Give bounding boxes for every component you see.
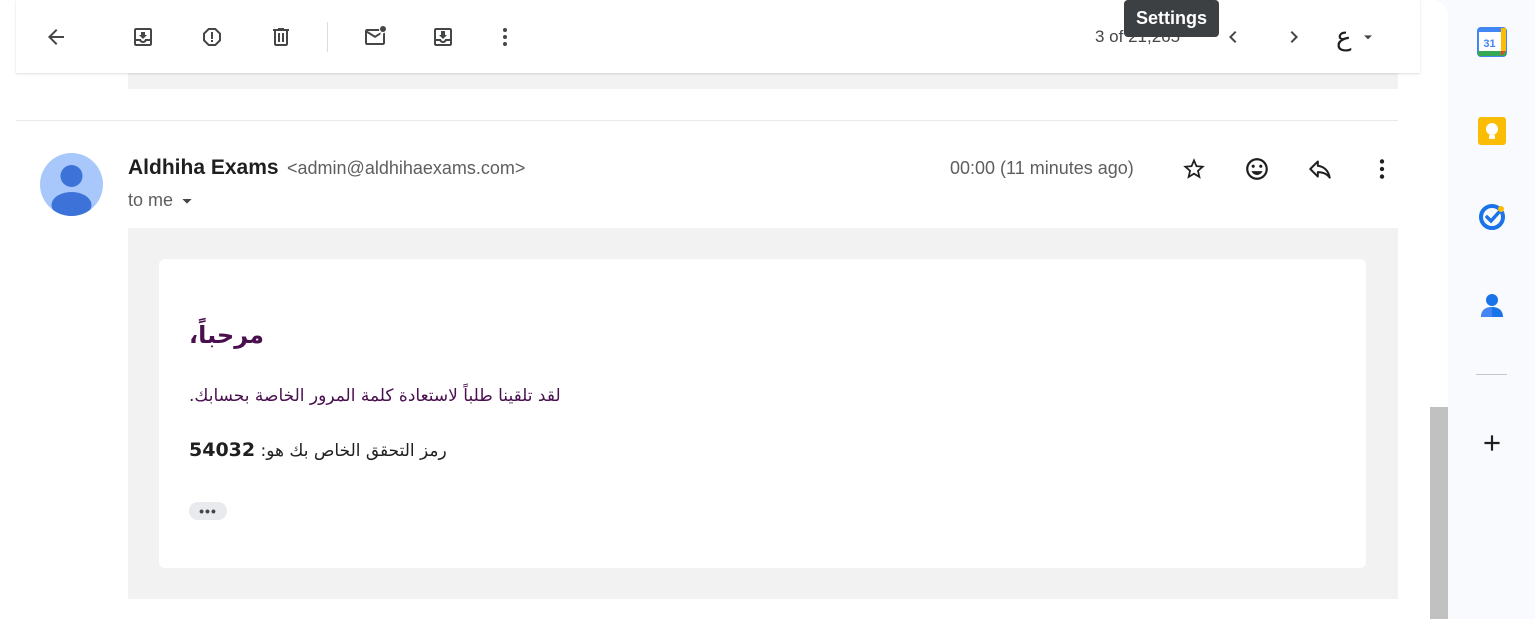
mail-unread-icon xyxy=(365,26,386,45)
older-button[interactable] xyxy=(1274,17,1314,57)
report-spam-button[interactable] xyxy=(192,17,232,57)
code-label: رمز التحقق الخاص بك هو: xyxy=(260,441,447,461)
body-line-request: لقد تلقينا طلباً لاستعادة كلمة المرور ال… xyxy=(189,386,561,406)
more-vert-icon xyxy=(503,28,507,46)
chevron-left-icon xyxy=(1229,31,1237,43)
arrow-left-icon xyxy=(48,29,64,45)
input-tool-glyph: ع xyxy=(1336,22,1352,52)
contacts-icon xyxy=(1481,294,1503,317)
calendar-app-button[interactable]: 31 xyxy=(1472,22,1512,62)
back-button[interactable] xyxy=(36,17,76,57)
side-panel: 31 xyxy=(1448,0,1535,619)
reply-button[interactable] xyxy=(1300,149,1340,189)
move-to-button[interactable] xyxy=(423,17,463,57)
sender-line: Aldhiha Exams <admin@aldhihaexams.com> xyxy=(128,156,525,180)
person-icon xyxy=(51,165,92,216)
archive-icon xyxy=(134,28,152,46)
sender-email: <admin@aldhihaexams.com> xyxy=(287,158,526,178)
recipient-label: to me xyxy=(128,190,174,210)
greeting-text: مرحباً، xyxy=(189,321,265,349)
toolbar-divider xyxy=(327,22,328,52)
tasks-icon xyxy=(1479,204,1505,230)
caret-down-icon xyxy=(182,198,192,204)
contacts-app-button[interactable] xyxy=(1472,285,1512,325)
keep-icon xyxy=(1478,117,1506,145)
emoji-icon xyxy=(1246,158,1268,180)
scrollbar-thumb[interactable] xyxy=(1430,407,1448,619)
calendar-icon: 31 xyxy=(1477,27,1507,57)
message-separator xyxy=(16,120,1398,121)
trash-icon xyxy=(273,28,289,46)
previous-message-tail xyxy=(128,73,1398,89)
message-more-button[interactable] xyxy=(1362,149,1402,189)
star-icon xyxy=(1183,158,1205,179)
input-tools-button[interactable]: ع xyxy=(1336,22,1376,52)
mail-view: 3 of 21,265 ع Settings Aldhiha Exams <ad… xyxy=(0,0,1448,619)
verification-code: 54032 xyxy=(189,439,256,461)
more-actions-button[interactable] xyxy=(485,17,525,57)
keep-app-button[interactable] xyxy=(1472,111,1512,151)
get-addons-button[interactable] xyxy=(1472,423,1512,463)
message-body-frame: مرحباً، لقد تلقينا طلباً لاستعادة كلمة ا… xyxy=(128,228,1398,599)
archive-button[interactable] xyxy=(123,17,163,57)
mark-unread-button[interactable] xyxy=(355,17,395,57)
settings-tooltip: Settings xyxy=(1124,0,1220,37)
sender-name[interactable]: Aldhiha Exams xyxy=(128,156,279,179)
message-timestamp: 00:00 (11 minutes ago) xyxy=(950,158,1134,178)
body-line-code: رمز التحقق الخاص بك هو: 54032 xyxy=(189,439,447,461)
chevron-right-icon xyxy=(1290,31,1298,43)
reply-icon xyxy=(1309,160,1331,179)
plus-icon xyxy=(1484,435,1500,451)
star-button[interactable] xyxy=(1174,149,1214,189)
add-reaction-button[interactable] xyxy=(1237,149,1277,189)
recipient-details-button[interactable]: to me xyxy=(128,190,195,211)
move-to-inbox-icon xyxy=(434,28,452,46)
delete-button[interactable] xyxy=(261,17,301,57)
side-panel-divider xyxy=(1476,374,1507,375)
tasks-app-button[interactable] xyxy=(1472,197,1512,237)
caret-down-icon xyxy=(1363,35,1372,40)
message-body-card: مرحباً، لقد تلقينا طلباً لاستعادة كلمة ا… xyxy=(159,259,1366,568)
show-trimmed-content-button[interactable]: ••• xyxy=(189,502,227,520)
calendar-day: 31 xyxy=(1483,38,1495,50)
avatar[interactable] xyxy=(40,153,103,216)
more-vert-icon xyxy=(1379,159,1385,179)
report-icon xyxy=(203,28,221,46)
